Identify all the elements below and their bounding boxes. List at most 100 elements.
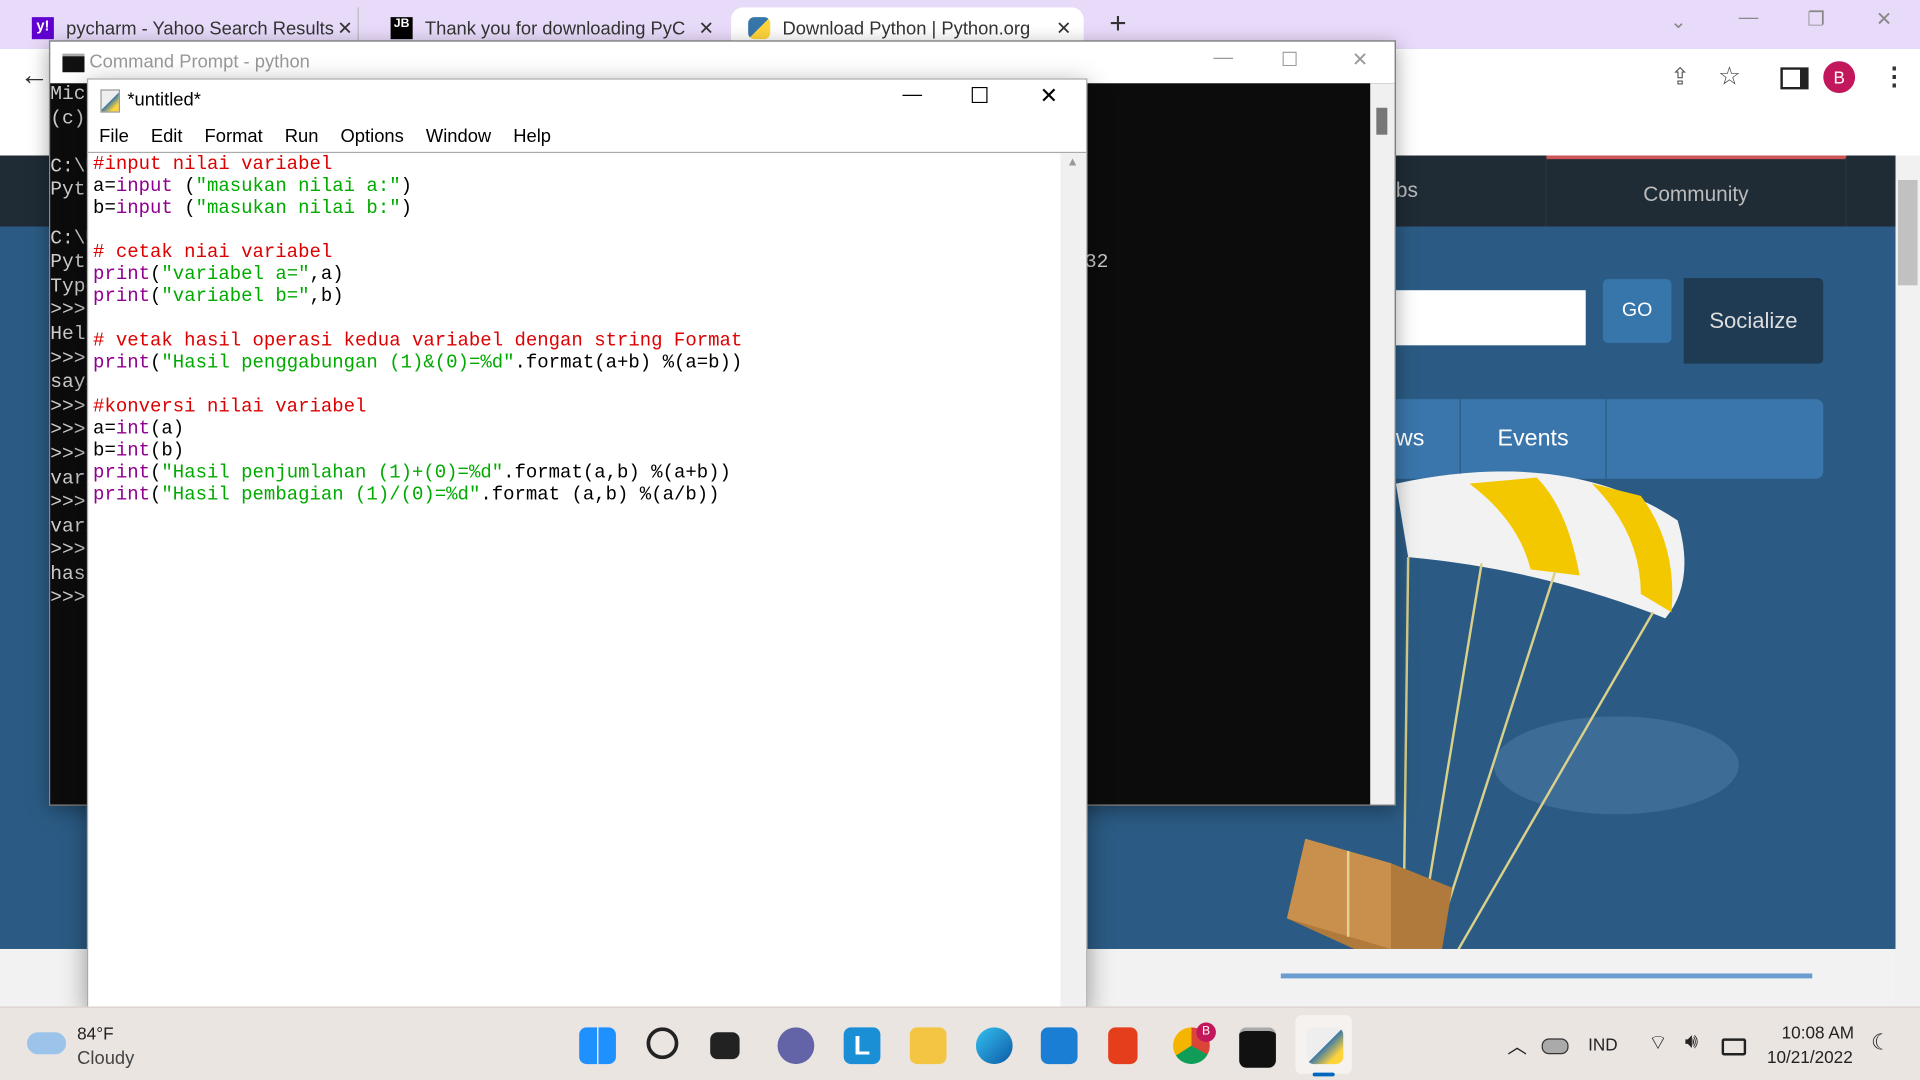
back-icon[interactable]: ← (20, 59, 49, 93)
search-icon[interactable] (646, 1027, 679, 1060)
code-token-plain: ) (400, 175, 413, 198)
side-panel-icon[interactable] (1780, 67, 1809, 90)
idle-editor-window: *untitled* — ☐ ✕ File Edit Format Run Option… (86, 78, 1088, 1009)
minimize-icon[interactable]: — (1739, 7, 1759, 29)
code-token-kw: int (115, 417, 151, 440)
code-token-plain: ( (150, 285, 162, 308)
code-token-plain: (a) (150, 417, 185, 440)
tab-label: Thank you for downloading PyCh (424, 17, 685, 39)
menu-options[interactable]: Options (341, 126, 404, 147)
office-icon[interactable] (1108, 1027, 1138, 1065)
tab-label: pycharm - Yahoo Search Results (66, 17, 334, 39)
file-explorer-icon[interactable] (909, 1027, 947, 1065)
minimize-icon[interactable]: — (902, 84, 922, 106)
nav-news[interactable]: ws (1396, 399, 1461, 479)
nav-community[interactable]: Community (1546, 155, 1847, 231)
code-token-comment: # vetak hasil operasi kedua variabel den… (93, 329, 743, 352)
code-token-plain: ( (172, 175, 196, 198)
taskbar: 84°F Cloudy L B ︿ IND ⌔ 🔊︎ 10:08 AM 10/2… (0, 1006, 1920, 1080)
share-icon[interactable]: ⇪ (1670, 64, 1689, 92)
code-token-plain: .format (a,b) %(a/b)) (480, 483, 720, 506)
mail-icon[interactable] (1040, 1027, 1078, 1065)
tab-search-icon[interactable]: ⌄ (1670, 10, 1686, 34)
browser-scrollbar[interactable] (1895, 155, 1920, 1007)
code-token-plain: ,a) (309, 263, 344, 286)
idle-icon[interactable] (1306, 1027, 1344, 1065)
restore-icon[interactable]: ❐ (1807, 7, 1825, 31)
clock-date[interactable]: 10/21/2022 (1767, 1047, 1853, 1067)
clock-time[interactable]: 10:08 AM (1782, 1022, 1854, 1042)
close-window-icon[interactable]: ✕ (1876, 7, 1892, 31)
code-line: print("variabel a=",a) (93, 263, 742, 285)
menu-edit[interactable]: Edit (151, 126, 183, 147)
cmd-title: Command Prompt - python (89, 51, 310, 73)
teams-chat-icon[interactable] (777, 1027, 815, 1065)
language-indicator[interactable]: IND (1588, 1035, 1618, 1055)
scrollbar-thumb[interactable] (1376, 107, 1388, 135)
code-token-kw: print (93, 351, 151, 374)
menu-file[interactable]: File (99, 126, 129, 147)
go-button[interactable]: GO (1602, 279, 1672, 343)
chrome-profile-badge: B (1196, 1022, 1216, 1043)
menu-dots-icon[interactable]: ⋮ (1882, 61, 1906, 92)
nav-events[interactable]: Events (1461, 399, 1607, 479)
code-line: print("Hasil pembagian (1)/(0)=%d".forma… (93, 484, 742, 506)
menu-window[interactable]: Window (426, 126, 491, 147)
jetbrains-icon: JB (390, 17, 413, 40)
scrollbar-thumb[interactable] (1897, 180, 1918, 286)
close-icon[interactable]: ✕ (1352, 48, 1368, 72)
chevron-up-icon[interactable]: ︿ (1507, 1030, 1527, 1059)
menu-format[interactable]: Format (205, 126, 263, 147)
editor-scrollbar[interactable]: ▲ (1060, 153, 1087, 1008)
code-line: b=input ("masukan nilai b:") (93, 197, 742, 219)
code-token-str: "variabel a=" (161, 263, 310, 286)
code-token-comment: #input nilai variabel (93, 153, 333, 176)
maximize-icon[interactable]: ☐ (1281, 48, 1299, 72)
minimize-icon[interactable]: — (1213, 48, 1233, 70)
cmd-scrollbar[interactable] (1370, 83, 1395, 805)
menu-run[interactable]: Run (285, 126, 319, 147)
cmd-output-fragment: 32 (1084, 251, 1109, 274)
edge-icon[interactable] (975, 1027, 1013, 1065)
task-view-icon[interactable] (710, 1032, 740, 1060)
desktop: y! pycharm - Yahoo Search Results ✕ JB T… (0, 0, 1920, 1080)
code-token-plain: b= (93, 439, 116, 462)
close-tab-icon[interactable]: ✕ (1056, 17, 1071, 39)
code-token-kw: input (115, 175, 173, 198)
code-line: print("Hasil penggabungan (1)&(0)=%d".fo… (93, 351, 742, 373)
menu-help[interactable]: Help (513, 126, 551, 147)
profile-avatar[interactable]: B (1823, 61, 1856, 94)
sub-nav: ws Events (1395, 399, 1824, 479)
code-line: a=input ("masukan nilai a:") (93, 175, 742, 197)
yahoo-icon: y! (31, 17, 54, 40)
bookmark-star-icon[interactable]: ☆ (1718, 61, 1741, 92)
site-search-input[interactable] (1395, 290, 1586, 346)
wifi-icon[interactable]: ⌔ (1648, 1030, 1668, 1056)
close-tab-icon[interactable]: ✕ (698, 17, 713, 39)
socialize-button[interactable]: Socialize (1683, 277, 1824, 364)
weather-desc[interactable]: Cloudy (77, 1048, 134, 1069)
close-icon[interactable]: ✕ (1040, 83, 1058, 109)
windows-start-icon[interactable] (579, 1027, 616, 1065)
code-token-kw: int (115, 439, 151, 462)
new-tab-button[interactable]: + (1109, 7, 1126, 41)
code-line: b=int(b) (93, 440, 742, 462)
maximize-icon[interactable]: ☐ (970, 83, 990, 109)
code-token-str: "masukan nilai a:" (195, 175, 401, 198)
close-tab-icon[interactable]: ✕ (337, 17, 352, 39)
onedrive-icon[interactable] (1541, 1038, 1569, 1055)
code-token-kw: print (93, 285, 151, 308)
code-token-plain: ) (400, 197, 413, 220)
battery-icon[interactable] (1721, 1038, 1747, 1056)
scroll-up-icon[interactable]: ▲ (1067, 156, 1079, 169)
terminal-icon[interactable] (1239, 1027, 1276, 1068)
code-token-plain: ( (150, 263, 162, 286)
weather-temp[interactable]: 84°F (77, 1024, 113, 1044)
code-editor[interactable]: #input nilai variabel a=input ("masukan n… (93, 153, 742, 506)
focus-moon-icon[interactable]: ☾ (1871, 1030, 1891, 1056)
l-app-icon[interactable]: L (843, 1027, 881, 1065)
volume-icon[interactable]: 🔊︎ (1685, 1030, 1698, 1054)
nav-jobs[interactable]: bs (1396, 155, 1547, 227)
code-token-comment: #konversi nilai variabel (93, 395, 367, 418)
